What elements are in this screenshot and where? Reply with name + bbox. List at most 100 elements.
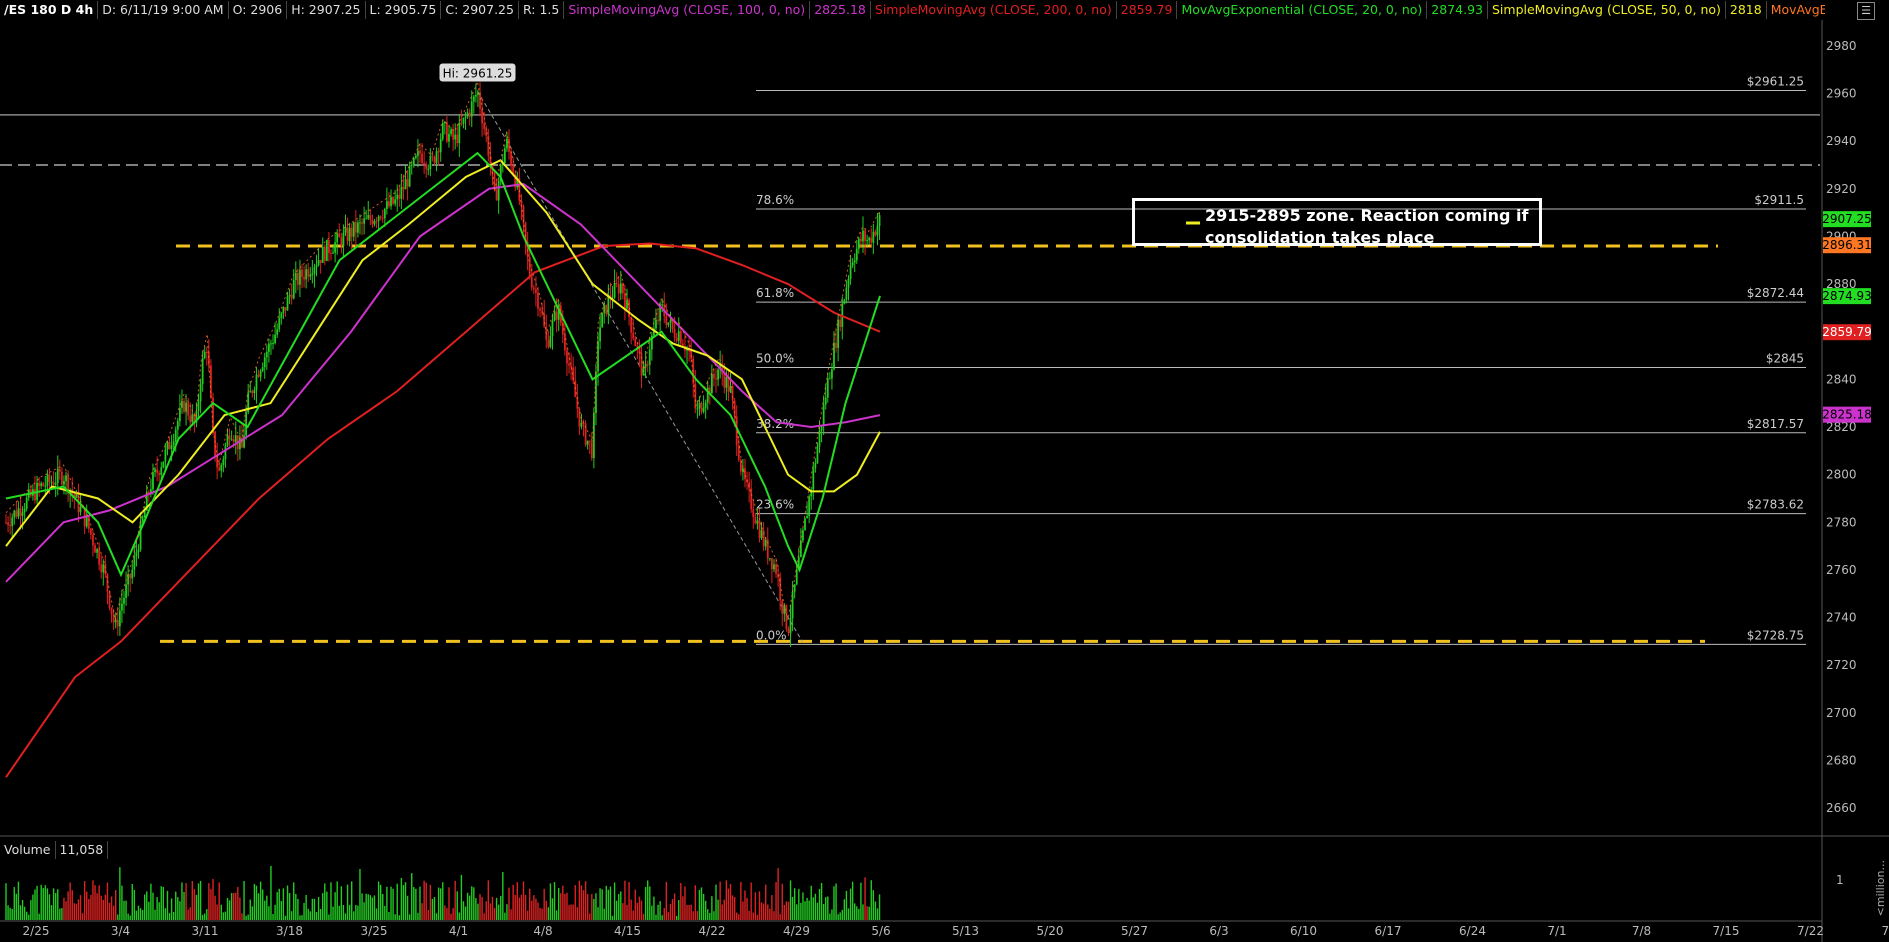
candle-body: [50, 481, 53, 483]
candle-body: [535, 289, 537, 293]
candle-body: [9, 525, 12, 527]
x-tick-label: 7/15: [1713, 924, 1740, 938]
candle-body: [336, 233, 339, 243]
candle-body: [172, 441, 175, 446]
price-tag-text: 2859.79: [1822, 325, 1872, 339]
x-tick-label: 3/25: [361, 924, 388, 938]
candle-body: [752, 509, 755, 518]
candle-body: [433, 157, 436, 163]
candle-body: [249, 391, 252, 393]
study-label[interactable]: SimpleMovingAvg (CLOSE, 50, 0, no): [1488, 1, 1726, 19]
candle-body: [398, 194, 401, 199]
candle-body: [152, 472, 154, 490]
candle-body: [288, 294, 291, 297]
settings-icon[interactable]: ☰: [1857, 2, 1875, 20]
study-label[interactable]: SimpleMovingAvg (CLOSE, 200, 0, no): [871, 1, 1117, 19]
candle-body: [506, 138, 508, 149]
candle-body: [222, 459, 225, 465]
candle-body: [758, 520, 761, 539]
low-label: L: 2905.75: [366, 1, 442, 19]
candle-body: [226, 435, 229, 446]
candle-body: [425, 164, 428, 169]
candle-body: [773, 564, 775, 570]
candle-body: [460, 122, 463, 124]
candle-body: [251, 391, 254, 394]
candle-body: [239, 437, 241, 450]
candle-body: [851, 262, 854, 266]
candle-body: [599, 327, 601, 342]
candle-body: [549, 336, 552, 347]
y-tick-label: 2660: [1826, 801, 1857, 815]
candle-body: [52, 481, 55, 485]
candle-body: [717, 369, 719, 380]
fib-price-label: $2817.57: [1747, 417, 1804, 431]
candle-body: [214, 431, 216, 457]
candle-body: [137, 549, 140, 553]
candle-body: [406, 179, 409, 187]
candle-body: [677, 331, 680, 341]
x-tick-label: 7/8: [1632, 924, 1651, 938]
study-label[interactable]: SimpleMovingAvg (CLOSE, 100, 0, no): [564, 1, 811, 19]
volume-bars: [5, 865, 881, 920]
candle-body: [470, 101, 473, 117]
candle-body: [224, 445, 227, 460]
candle-body: [13, 510, 16, 518]
candle-body: [410, 164, 413, 166]
candle-body: [725, 376, 728, 388]
candle-body: [348, 227, 351, 242]
candle-body: [843, 299, 846, 304]
candle-body: [874, 231, 877, 236]
y-tick-label: 2760: [1826, 563, 1857, 577]
y-tick-label: 2700: [1826, 706, 1857, 720]
candle-body: [619, 283, 622, 294]
candle-body: [768, 558, 771, 560]
candle-body: [102, 564, 105, 573]
candle-body: [369, 215, 372, 220]
candle-body: [181, 401, 183, 408]
candle-body: [615, 282, 618, 285]
symbol-label[interactable]: /ES 180 D 4h: [0, 1, 99, 19]
candle-body: [94, 545, 96, 553]
candle-body: [98, 549, 101, 565]
range-label: R: 1.5: [519, 1, 565, 19]
candle-body: [495, 189, 498, 201]
moving-average-line: [5, 182, 881, 583]
candle-body: [253, 390, 256, 394]
candle-body: [458, 122, 461, 144]
y-tick-label: 2780: [1826, 515, 1857, 529]
y-tick-label: 2960: [1826, 86, 1857, 100]
candle-body: [245, 412, 248, 436]
candle-body: [114, 619, 117, 623]
candle-body: [605, 304, 608, 315]
candle-body: [590, 441, 593, 459]
candle-body: [439, 139, 442, 153]
candle-body: [63, 481, 65, 485]
candle-body: [634, 338, 637, 347]
candle-body: [373, 221, 376, 225]
chart-canvas[interactable]: 2660268027002720274027602780280028202840…: [0, 0, 1889, 942]
study-label[interactable]: MovAvgExponential (CLOSE, 8,...: [1767, 1, 1825, 19]
candle-body: [394, 199, 397, 204]
candle-body: [412, 157, 415, 165]
volume-tick-label: 1: [1836, 873, 1844, 887]
study-label[interactable]: MovAvgExponential (CLOSE, 20, 0, no): [1177, 1, 1428, 19]
x-tick-label: 7/1: [1547, 924, 1566, 938]
candle-body: [367, 215, 370, 219]
volume-header: Volume 11,058: [0, 841, 109, 859]
open-label: O: 2906: [229, 1, 288, 19]
candle-body: [417, 150, 419, 156]
x-tick-label: 6/17: [1375, 924, 1402, 938]
study-value: 2818: [1726, 1, 1767, 19]
candle-body: [564, 334, 566, 351]
candle-body: [675, 337, 678, 341]
candle-body: [274, 334, 276, 344]
candle-body: [311, 273, 314, 275]
x-tick-label: 3/18: [276, 924, 303, 938]
candle-body: [5, 522, 7, 524]
candle-body: [267, 343, 270, 353]
candle-body: [568, 363, 570, 366]
candle-body: [42, 483, 45, 487]
candle-body: [286, 296, 289, 311]
volume-value: 11,058: [56, 841, 109, 859]
candle-body: [108, 591, 111, 608]
